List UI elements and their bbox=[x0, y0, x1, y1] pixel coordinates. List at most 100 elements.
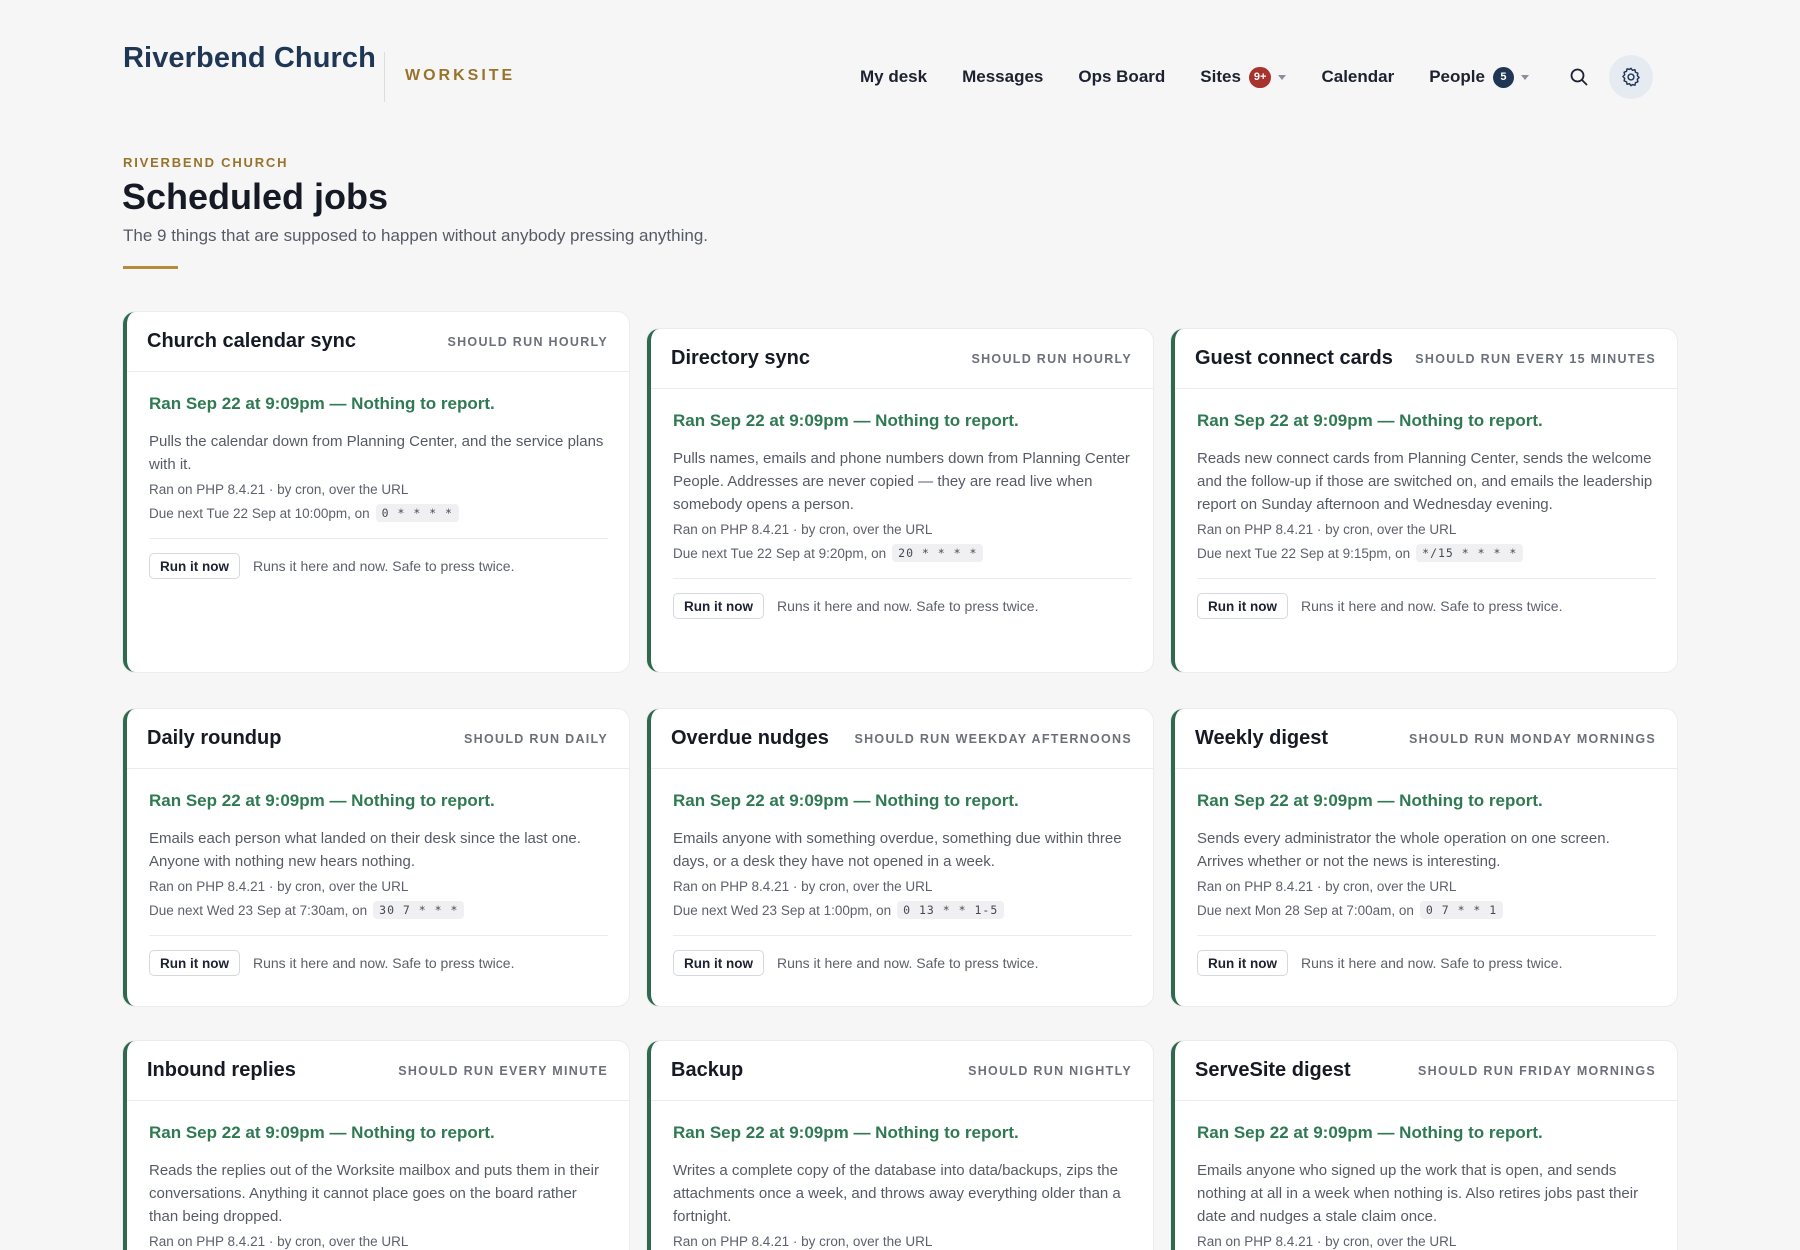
nav-my-desk-label: My desk bbox=[860, 67, 928, 86]
nav-ops-board-label: Ops Board bbox=[1078, 67, 1166, 86]
card-divider bbox=[673, 935, 1132, 936]
job-cron: */15 * * * * bbox=[1416, 544, 1524, 562]
job-status: Ran Sep 22 at 9:09pm — Nothing to report… bbox=[149, 791, 495, 810]
job-run-meta: Ran on PHP 8.4.21 · by cron, over the UR… bbox=[149, 482, 409, 497]
nav-sites-label: Sites bbox=[1200, 67, 1241, 86]
job-due-next: Due next Wed 23 Sep at 1:00pm, on 0 13 *… bbox=[673, 901, 1132, 919]
job-frequency: SHOULD RUN EVERY 15 MINUTES bbox=[1415, 351, 1656, 366]
job-card-header: ServeSite digest SHOULD RUN FRIDAY MORNI… bbox=[1175, 1041, 1677, 1101]
job-cron: 30 7 * * * bbox=[373, 901, 465, 919]
chevron-down-icon bbox=[1278, 74, 1287, 80]
job-description: Pulls the calendar down from Planning Ce… bbox=[149, 433, 604, 473]
sites-count-badge: 9+ bbox=[1248, 66, 1272, 88]
job-status: Ran Sep 22 at 9:09pm — Nothing to report… bbox=[1197, 791, 1543, 810]
job-status: Ran Sep 22 at 9:09pm — Nothing to report… bbox=[673, 1123, 1019, 1142]
card-divider bbox=[673, 578, 1132, 579]
search-icon bbox=[1570, 68, 1588, 86]
job-due-next: Due next Tue 22 Sep at 10:00pm, on 0 * *… bbox=[149, 504, 608, 522]
job-card-body: Ran Sep 22 at 9:09pm — Nothing to report… bbox=[1175, 769, 1677, 1006]
page-title: Scheduled jobs bbox=[122, 176, 389, 217]
job-frequency: SHOULD RUN NIGHTLY bbox=[968, 1063, 1132, 1078]
job-status: Ran Sep 22 at 9:09pm — Nothing to report… bbox=[149, 1123, 495, 1142]
nav-messages-label: Messages bbox=[962, 67, 1044, 86]
job-card-guest-connect-cards: Guest connect cards SHOULD RUN EVERY 15 … bbox=[1171, 329, 1677, 672]
job-status: Ran Sep 22 at 9:09pm — Nothing to report… bbox=[149, 394, 495, 413]
job-card-body: Ran Sep 22 at 9:09pm — Nothing to report… bbox=[651, 769, 1153, 1006]
job-card-body: Ran Sep 22 at 9:09pm — Nothing to report… bbox=[127, 372, 629, 609]
job-run-meta: Ran on PHP 8.4.21 · by cron, over the UR… bbox=[1197, 1234, 1457, 1249]
job-title: Inbound replies bbox=[147, 1059, 296, 1081]
run-note: Runs it here and now. Safe to press twic… bbox=[776, 598, 1039, 614]
run-it-now-button[interactable]: Run it now bbox=[673, 950, 764, 976]
run-it-now-button[interactable]: Run it now bbox=[1197, 593, 1288, 619]
job-card-body: Ran Sep 22 at 9:09pm — Nothing to report… bbox=[1175, 389, 1677, 649]
job-card-church-calendar-sync: Church calendar sync SHOULD RUN HOURLY R… bbox=[123, 312, 629, 672]
run-note: Runs it here and now. Safe to press twic… bbox=[776, 955, 1039, 971]
job-run-meta: Ran on PHP 8.4.21 · by cron, over the UR… bbox=[149, 879, 409, 894]
job-due-text: Due next Wed 23 Sep at 7:30am, on bbox=[149, 902, 368, 918]
job-due-text: Due next Tue 22 Sep at 9:15pm, on bbox=[1197, 545, 1411, 561]
nav-messages[interactable]: Messages bbox=[962, 67, 1043, 87]
job-card-weekly-digest: Weekly digest SHOULD RUN MONDAY MORNINGS… bbox=[1171, 709, 1677, 1006]
nav-my-desk[interactable]: My desk bbox=[860, 67, 927, 87]
card-divider bbox=[149, 935, 608, 936]
job-actions: Run it now Runs it here and now. Safe to… bbox=[673, 593, 1132, 649]
job-cron: 20 * * * * bbox=[892, 544, 984, 562]
page-eyebrow: RIVERBEND CHURCH bbox=[123, 155, 289, 170]
job-card-directory-sync: Directory sync SHOULD RUN HOURLY Ran Sep… bbox=[647, 329, 1153, 672]
job-card-header: Overdue nudges SHOULD RUN WEEKDAY AFTERN… bbox=[651, 709, 1153, 769]
job-actions: Run it now Runs it here and now. Safe to… bbox=[1197, 593, 1656, 649]
job-status: Ran Sep 22 at 9:09pm — Nothing to report… bbox=[673, 411, 1019, 430]
gear-icon bbox=[1622, 67, 1640, 87]
main-nav: My desk Messages Ops Board Sites 9+ Cale… bbox=[860, 54, 1653, 100]
page-subtitle: The 9 things that are supposed to happen… bbox=[123, 226, 709, 245]
job-due-text: Due next Tue 22 Sep at 10:00pm, on bbox=[149, 505, 370, 521]
search-button[interactable] bbox=[1557, 55, 1601, 99]
run-it-now-button[interactable]: Run it now bbox=[149, 950, 240, 976]
job-title: Overdue nudges bbox=[671, 727, 829, 749]
nav-people[interactable]: People 5 bbox=[1429, 66, 1529, 88]
job-title: Directory sync bbox=[671, 347, 810, 369]
job-frequency: SHOULD RUN HOURLY bbox=[971, 351, 1132, 366]
job-description: Writes a complete copy of the database i… bbox=[673, 1162, 1121, 1225]
job-title: Church calendar sync bbox=[147, 330, 356, 352]
run-note: Runs it here and now. Safe to press twic… bbox=[252, 955, 515, 971]
job-card-body: Ran Sep 22 at 9:09pm — Nothing to report… bbox=[127, 769, 629, 1006]
job-actions: Run it now Runs it here and now. Safe to… bbox=[149, 950, 608, 1006]
job-title: Backup bbox=[671, 1059, 744, 1081]
job-run-meta: Ran on PHP 8.4.21 · by cron, over the UR… bbox=[673, 1234, 933, 1249]
job-due-next: Due next Tue 22 Sep at 9:20pm, on 20 * *… bbox=[673, 544, 1132, 562]
job-card-body: Ran Sep 22 at 9:09pm — Nothing to report… bbox=[651, 389, 1153, 649]
run-it-now-button[interactable]: Run it now bbox=[673, 593, 764, 619]
nav-sites[interactable]: Sites 9+ bbox=[1200, 66, 1287, 88]
job-cron: 0 7 * * 1 bbox=[1419, 901, 1504, 919]
nav-ops-board[interactable]: Ops Board bbox=[1078, 67, 1165, 87]
job-description: Emails each person what landed on their … bbox=[149, 830, 581, 870]
job-description: Emails anyone who signed up the work tha… bbox=[1197, 1162, 1639, 1225]
job-cron: 0 * * * * bbox=[375, 504, 459, 522]
nav-people-label: People bbox=[1429, 67, 1485, 86]
title-rule bbox=[123, 266, 178, 269]
run-it-now-button[interactable]: Run it now bbox=[149, 553, 240, 579]
job-frequency: SHOULD RUN HOURLY bbox=[447, 334, 608, 349]
job-card-header: Weekly digest SHOULD RUN MONDAY MORNINGS bbox=[1175, 709, 1677, 769]
job-card-servesite-digest: ServeSite digest SHOULD RUN FRIDAY MORNI… bbox=[1171, 1041, 1677, 1250]
job-run-meta: Ran on PHP 8.4.21 · by cron, over the UR… bbox=[1197, 879, 1457, 894]
nav-calendar-label: Calendar bbox=[1321, 67, 1395, 86]
job-card-header: Guest connect cards SHOULD RUN EVERY 15 … bbox=[1175, 329, 1677, 389]
nav-calendar[interactable]: Calendar bbox=[1321, 67, 1394, 87]
job-title: ServeSite digest bbox=[1195, 1059, 1351, 1081]
brand-title[interactable]: Riverbend Church bbox=[123, 42, 376, 75]
job-due-next: Due next Mon 28 Sep at 7:00am, on 0 7 * … bbox=[1197, 901, 1656, 919]
run-it-now-button[interactable]: Run it now bbox=[1197, 950, 1288, 976]
job-cron: 0 13 * * 1-5 bbox=[897, 901, 1005, 919]
job-status: Ran Sep 22 at 9:09pm — Nothing to report… bbox=[1197, 1123, 1543, 1142]
job-card-header: Inbound replies SHOULD RUN EVERY MINUTE bbox=[127, 1041, 629, 1101]
settings-button[interactable] bbox=[1608, 55, 1653, 99]
run-note: Runs it here and now. Safe to press twic… bbox=[1300, 955, 1563, 971]
job-card-body: Ran Sep 22 at 9:09pm — Nothing to report… bbox=[127, 1101, 629, 1249]
job-description: Pulls names, emails and phone numbers do… bbox=[673, 450, 1130, 513]
job-description: Reads new connect cards from Planning Ce… bbox=[1197, 450, 1653, 513]
top-bar: Riverbend Church WORKSITE My desk Messag… bbox=[0, 0, 1800, 140]
job-run-meta: Ran on PHP 8.4.21 · by cron, over the UR… bbox=[149, 1234, 409, 1249]
